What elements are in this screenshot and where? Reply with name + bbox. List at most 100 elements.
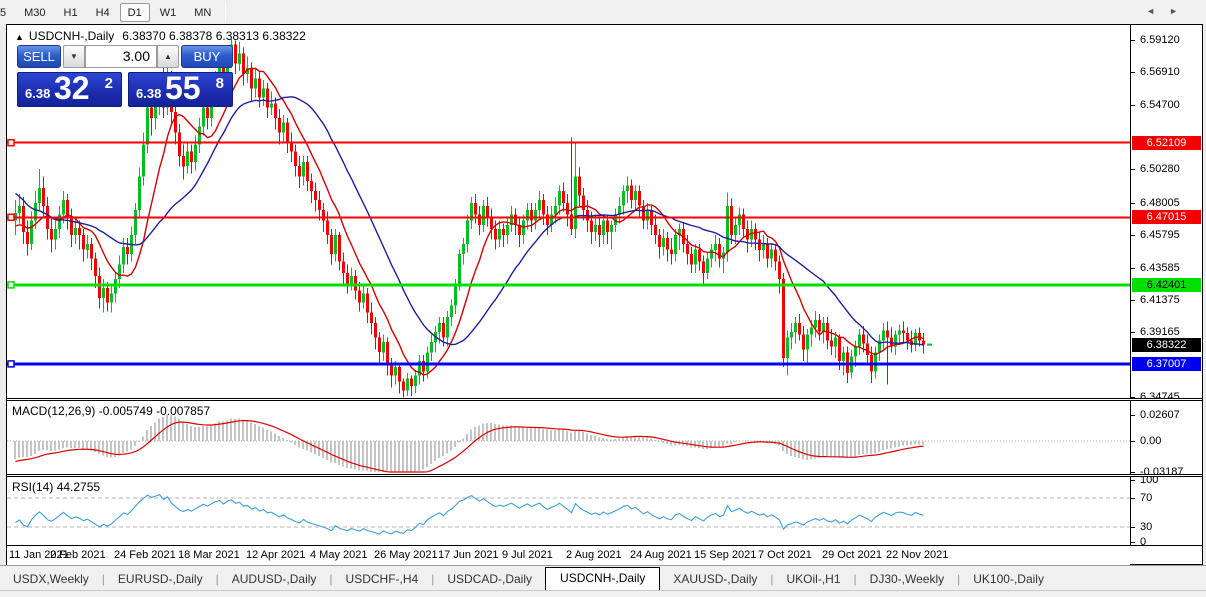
chart-ohlc-values: 6.38370 6.38378 6.38313 6.38322 (122, 29, 306, 43)
date-label: 2 Feb 2021 (50, 549, 106, 561)
axis-tick-mark (1131, 332, 1135, 333)
axis-tick-mark (1131, 542, 1135, 543)
axis-tick-mark (1131, 498, 1135, 499)
timeframe-button-d1[interactable]: D1 (120, 3, 150, 22)
tab-usdx-weekly[interactable]: USDX,Weekly (0, 569, 102, 590)
sell-button[interactable]: SELL (17, 45, 61, 68)
date-label: 12 Apr 2021 (246, 549, 305, 561)
volume-decrease-button[interactable]: ▼ (63, 45, 85, 68)
macd-label: MACD(12,26,9) -0.005749 -0.007857 (12, 404, 210, 418)
rsi-canvas[interactable] (7, 477, 1130, 545)
price-axis-tick: 6.41375 (1140, 294, 1180, 306)
axis-tick-mark (1131, 203, 1135, 204)
macd-value-signal: -0.007857 (156, 404, 210, 418)
chart-title: ▲ USDCNH-,Daily 6.38370 6.38378 6.38313 6.… (15, 29, 306, 43)
axis-tick-mark (1131, 72, 1135, 73)
date-label: 24 Aug 2021 (630, 549, 692, 561)
time-axis[interactable]: 11 Jan 20212 Feb 202124 Feb 202118 Mar 2… (7, 546, 1130, 565)
macd-value-main: -0.005749 (99, 404, 153, 418)
panel-divider (7, 545, 1202, 546)
rsi-axis-tick: 0 (1140, 536, 1146, 548)
axis-tick-mark (1131, 300, 1135, 301)
tab-usdcad-daily[interactable]: USDCAD-,Daily (434, 569, 545, 590)
tab-uk100-daily[interactable]: UK100-,Daily (960, 569, 1057, 590)
chevron-down-icon: ▼ (70, 52, 78, 61)
price-level-badge: 6.52109 (1132, 136, 1201, 150)
sell-price-panel[interactable]: 6.38 32 2 (17, 72, 122, 107)
axis-tick-mark (1131, 472, 1135, 473)
one-click-collapse-icon[interactable]: ▲ (15, 32, 24, 42)
sell-price-big: 32 (54, 72, 90, 107)
price-level-badge: 6.37007 (1132, 357, 1201, 371)
axis-tick-mark (1131, 40, 1135, 41)
price-level-badge: 6.42401 (1132, 278, 1201, 292)
trading-platform-window: 5M30H1H4D1W1MN ▲ USDCNH-,Daily 6.38370 6.3… (0, 0, 1206, 597)
rsi-label: RSI(14) 44.2755 (12, 480, 100, 494)
panel-divider[interactable] (7, 474, 1202, 477)
date-label: 15 Sep 2021 (694, 549, 756, 561)
date-label: 22 Nov 2021 (886, 549, 948, 561)
date-label: 7 Oct 2021 (758, 549, 812, 561)
price-axis-tick: 6.50280 (1140, 163, 1180, 175)
price-axis-tick: 6.59120 (1140, 34, 1180, 46)
tab-scroll-arrows: ◄► (1146, 6, 1192, 16)
tab-eurusd-daily[interactable]: EURUSD-,Daily (105, 569, 216, 590)
axis-tick-mark (1131, 415, 1135, 416)
date-label: 4 May 2021 (310, 549, 367, 561)
tab-dj30-weekly[interactable]: DJ30-,Weekly (857, 569, 957, 590)
volume-increase-button[interactable]: ▲ (157, 45, 179, 68)
timeframe-button-h1[interactable]: H1 (56, 3, 86, 22)
one-click-trade-panel: SELL ▼ 3.00 ▲ BUY 6.38 32 2 6.38 55 8 (17, 45, 233, 107)
sell-price-prefix: 6.38 (25, 86, 50, 101)
date-label: 29 Oct 2021 (822, 549, 882, 561)
tab-usdchf-h4[interactable]: USDCHF-,H4 (333, 569, 432, 590)
status-strip (0, 590, 1206, 597)
timeframe-button-5[interactable]: 5 (0, 3, 14, 22)
price-axis-tick: 6.45795 (1140, 229, 1180, 241)
current-price-badge: 6.38322 (1132, 338, 1201, 352)
price-axis[interactable]: 6.591206.569106.547006.502806.480056.457… (1130, 25, 1202, 546)
buy-price-prefix: 6.38 (136, 86, 161, 101)
buy-price-panel[interactable]: 6.38 55 8 (128, 72, 233, 107)
timeframe-toolbar: 5M30H1H4D1W1MN (0, 0, 1206, 24)
rsi-value: 44.2755 (57, 480, 100, 494)
axis-tick-mark (1131, 268, 1135, 269)
symbol-tab-bar: USDX,Weekly|EURUSD-,Daily|AUDUSD-,Daily|… (0, 565, 1206, 590)
timeframe-button-m30[interactable]: M30 (16, 3, 53, 22)
rsi-axis-tick: 70 (1140, 492, 1152, 504)
tab-usdcnh-daily[interactable]: USDCNH-,Daily (545, 567, 660, 590)
tab-ukoil-h1[interactable]: UKOil-,H1 (774, 569, 854, 590)
tab-xauusd-daily[interactable]: XAUUSD-,Daily (660, 569, 770, 590)
date-label: 18 Mar 2021 (178, 549, 240, 561)
price-axis-tick: 6.43585 (1140, 262, 1180, 274)
rsi-axis-tick: 30 (1140, 521, 1152, 533)
buy-button[interactable]: BUY (181, 45, 233, 68)
axis-tick-mark (1131, 105, 1135, 106)
buy-price-big: 55 (165, 72, 201, 107)
price-axis-tick: 6.56910 (1140, 66, 1180, 78)
axis-tick-mark (1131, 480, 1135, 481)
price-axis-tick: 6.39165 (1140, 326, 1180, 338)
tab-scroll-right-icon[interactable]: ► (1169, 6, 1192, 16)
macd-axis-tick: 0.00 (1140, 435, 1161, 447)
tab-audusd-daily[interactable]: AUDUSD-,Daily (219, 569, 330, 590)
volume-input[interactable]: 3.00 (85, 45, 157, 68)
price-axis-tick: 6.34745 (1140, 391, 1180, 403)
axis-tick-mark (1131, 527, 1135, 528)
date-label: 17 Jun 2021 (438, 549, 499, 561)
timeframe-button-h4[interactable]: H4 (88, 3, 118, 22)
price-level-badge: 6.47015 (1132, 210, 1201, 224)
timeframe-button-mn[interactable]: MN (186, 3, 219, 22)
price-axis-tick: 6.54700 (1140, 99, 1180, 111)
date-label: 2 Aug 2021 (566, 549, 622, 561)
chart-window[interactable]: ▲ USDCNH-,Daily 6.38370 6.38378 6.38313 6.… (6, 24, 1203, 565)
chart-symbol-label: USDCNH-,Daily (29, 29, 114, 43)
timeframe-button-w1[interactable]: W1 (152, 3, 185, 22)
date-label: 26 May 2021 (374, 549, 438, 561)
date-label: 24 Feb 2021 (114, 549, 176, 561)
sell-price-sup: 2 (105, 75, 113, 92)
axis-tick-mark (1131, 441, 1135, 442)
panel-divider[interactable] (7, 398, 1202, 401)
tab-scroll-left-icon[interactable]: ◄ (1146, 6, 1169, 16)
toolbar-separator (225, 3, 226, 21)
